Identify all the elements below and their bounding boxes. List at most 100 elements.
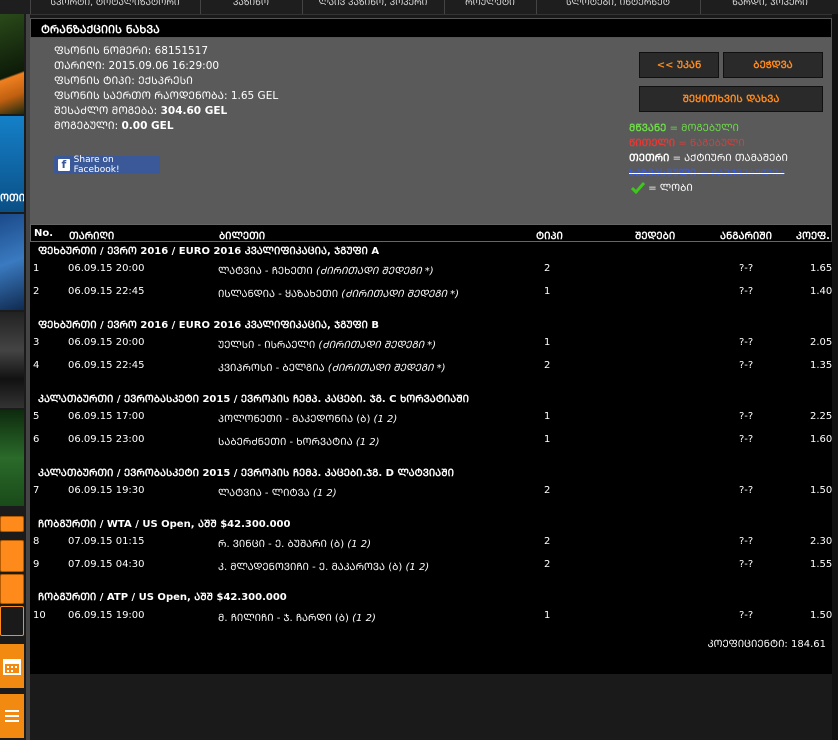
ticket-date-line: ᲗᲐᲠᲘᲦᲘ: 2015.09.06 16:29:00	[54, 59, 219, 73]
row-match-teams: ᲣᲔᲚᲡᲘ - ᲘᲡᲠᲐᲔᲚᲘ	[218, 340, 316, 351]
calendar-icon[interactable]	[0, 644, 24, 688]
menu-list-icon[interactable]	[0, 694, 24, 738]
row-date: 06.09.15 20:00	[68, 263, 145, 274]
row-no: 2	[33, 286, 40, 297]
row-match-teams: ᲚᲐᲢᲕᲘᲐ - ᲩᲔᲮᲔᲗᲘ	[218, 266, 313, 277]
ticket-type-value: ᲔᲥᲡᲞᲠᲔᲡᲘ	[138, 75, 193, 87]
table-row: 2 06.09.15 22:45 ᲘᲡᲚᲐᲜᲓᲘᲐ - ᲧᲐᲖᲐᲮᲔᲗᲘ (ᲫᲘ…	[30, 286, 832, 300]
row-date: 06.09.15 19:30	[68, 485, 145, 496]
print-button[interactable]: ᲑᲔᲭᲓᲕᲐ	[723, 52, 823, 78]
row-coef: 1.35	[810, 360, 833, 371]
row-coef: 2.25	[810, 411, 833, 422]
ticket-number-value: 68151517	[154, 45, 209, 57]
event-group-title: ᲙᲐᲚᲐᲗᲑᲣᲠᲗᲘ / ᲔᲕᲠᲝᲑᲐᲡᲙᲔᲢᲘ 2015 / ᲔᲕᲠᲝᲞᲘᲡ …	[38, 468, 454, 479]
nav-tab-slots[interactable]: ᲡᲚᲝᲢᲔᲑᲘ, ᲘᲜᲢᲔᲠᲜᲔᲢ	[536, 0, 699, 14]
legend-key: ᲮᲐᲖᲒᲐᲡᲛᲣᲚᲘ	[629, 168, 697, 179]
table-row: 9 07.09.15 04:30 Კ. ᲛᲚᲐᲓᲔᲜᲝᲕᲘᲩᲘ - Ე. ᲛᲐᲙ…	[30, 559, 832, 573]
col-header-ticket: ᲑᲘᲚᲔᲗᲘ	[219, 231, 266, 242]
facebook-icon: f	[58, 159, 70, 171]
row-date: 06.09.15 22:45	[68, 286, 145, 297]
row-date: 07.09.15 01:15	[68, 536, 145, 547]
col-header-coef: ᲙᲝᲔᲤ.	[796, 231, 830, 242]
ticket-number-line: ᲤᲡᲝᲜᲘᲡ ᲜᲝᲛᲔᲠᲘ: 68151517	[54, 44, 208, 58]
legend-text: = ᲛᲝᲒᲔᲑᲣᲚᲘ	[666, 123, 739, 134]
promo-thumbnail[interactable]: ᲝᲗᲘ	[0, 116, 24, 212]
row-match-note: (ᲫᲘᲠᲘᲗᲐᲓᲘ ᲨᲔᲓᲔᲒᲘ *)	[341, 289, 459, 300]
row-match-note: (1 2)	[347, 539, 371, 550]
row-result: ?-?	[739, 263, 754, 274]
row-match-note: (ᲫᲘᲠᲘᲗᲐᲓᲘ ᲨᲔᲓᲔᲒᲘ *)	[327, 363, 446, 374]
promo-thumbnail[interactable]	[0, 410, 24, 506]
row-date: 06.09.15 23:00	[68, 434, 145, 445]
table-row: 5 06.09.15 17:00 ᲞᲝᲚᲝᲜᲔᲗᲘ - ᲛᲐᲙᲔᲓᲝᲜᲘᲐ (Ბ…	[30, 411, 832, 425]
event-group-title: ᲩᲝᲑᲒᲣᲠᲗᲘ / WTA / US Open, ᲐᲨᲨ $42.300.00…	[38, 519, 291, 530]
ticket-won-value: 0.00 GEL	[121, 120, 174, 132]
row-match-teams: ᲡᲐᲑᲔᲠᲫᲜᲔᲗᲘ - ᲮᲝᲠᲕᲐᲢᲘᲐ	[218, 437, 353, 448]
side-button[interactable]	[0, 540, 24, 572]
ticket-possible-win-line: ᲨᲔᲡᲐᲫᲚᲝ ᲛᲝᲒᲔᲑᲐ: 304.60 GEL	[54, 104, 227, 118]
top-nav: ᲡᲞᲝᲠᲢᲘ, ᲢᲝᲢᲐᲚᲘᲖᲐᲢᲝᲠᲘ ᲙᲐᲖᲘᲜᲝ ᲚᲐᲘᲕ ᲙᲐᲖᲘᲜᲝ,…	[0, 0, 838, 15]
row-match: ᲡᲐᲑᲔᲠᲫᲜᲔᲗᲘ - ᲮᲝᲠᲕᲐᲢᲘᲐ (1 2)	[218, 434, 380, 448]
row-match-note: (ᲫᲘᲠᲘᲗᲐᲓᲘ ᲨᲔᲓᲔᲒᲘ *)	[318, 340, 437, 351]
side-button[interactable]	[0, 516, 24, 532]
ticket-date-value: 2015.09.06 16:29:00	[108, 60, 220, 72]
row-result: ?-?	[739, 337, 754, 348]
side-button[interactable]	[0, 574, 24, 604]
ticket-won-line: ᲛᲝᲒᲔᲑᲣᲚᲘ: 0.00 GEL	[54, 119, 174, 133]
row-coef: 1.40	[810, 286, 833, 297]
row-coef: 1.50	[810, 485, 833, 496]
scrollbar[interactable]	[832, 14, 838, 740]
page-title: ᲢᲠᲐᲜᲖᲐᲥᲪᲘᲘᲡ ᲜᲐᲮᲕᲐ	[41, 23, 160, 36]
row-match: ᲙᲕᲘᲞᲠᲝᲡᲘ - ᲑᲔᲚᲒᲘᲐ (ᲫᲘᲠᲘᲗᲐᲓᲘ ᲨᲔᲓᲔᲒᲘ *)	[218, 360, 445, 374]
row-match-teams: ᲘᲡᲚᲐᲜᲓᲘᲐ - ᲧᲐᲖᲐᲮᲔᲗᲘ	[218, 289, 339, 300]
back-button[interactable]: << ᲣᲙᲐᲜ	[639, 52, 719, 78]
row-match-teams: Კ. ᲛᲚᲐᲓᲔᲜᲝᲕᲘᲩᲘ - Ე. ᲛᲐᲙᲐᲠᲝᲕᲐ (Ბ)	[218, 562, 403, 573]
promo-thumbnail[interactable]	[0, 214, 24, 310]
row-type: 1	[544, 286, 551, 297]
col-header-result: ᲐᲜᲒᲐᲠᲘᲨᲘ	[720, 231, 772, 242]
promo-thumbnail[interactable]	[0, 312, 24, 408]
promo-thumbnail[interactable]	[0, 14, 24, 114]
row-coef: 1.60	[810, 434, 833, 445]
row-date: 06.09.15 20:00	[68, 337, 145, 348]
row-no: 3	[33, 337, 40, 348]
row-result: ?-?	[739, 536, 754, 547]
side-button[interactable]	[0, 606, 24, 636]
ticket-type-line: ᲤᲡᲝᲜᲘᲡ ᲢᲘᲞᲘ: ᲔᲥᲡᲞᲠᲔᲡᲘ	[54, 74, 193, 88]
total-label: ᲙᲝᲔᲤᲘᲪᲘᲔᲜᲢᲘ:	[707, 639, 788, 650]
row-match-note: (1 2)	[352, 613, 376, 624]
table-row: 8 07.09.15 01:15 Რ. ᲕᲘᲜᲪᲘ - Ე. ᲑᲣᲨᲐᲠᲘ (Ბ…	[30, 536, 832, 550]
row-date: 06.09.15 17:00	[68, 411, 145, 422]
ticket-possible-win-value: 304.60 GEL	[160, 105, 228, 117]
row-result: ?-?	[739, 485, 754, 496]
row-type: 1	[544, 337, 551, 348]
row-result: ?-?	[739, 286, 754, 297]
row-result: ?-?	[739, 559, 754, 570]
row-match-note: (1 2)	[373, 414, 398, 425]
row-date: 06.09.15 19:00	[68, 610, 145, 621]
ticket-stake-line: ᲤᲡᲝᲜᲘᲡ ᲡᲐᲔᲠᲗᲝ ᲠᲐᲝᲓᲔᲜᲝᲑᲐ: 1.65 GEL	[54, 89, 278, 103]
row-match-note: (ᲫᲘᲠᲘᲗᲐᲓᲘ ᲨᲔᲓᲔᲒᲘ *)	[315, 266, 434, 277]
row-no: 5	[33, 411, 40, 422]
row-no: 8	[33, 536, 40, 547]
nav-tab-cards[interactable]: ᲜᲐᲠᲓᲘ, ᲯᲝᲙᲔᲠᲘ	[700, 0, 838, 14]
row-coef: 2.30	[810, 536, 833, 547]
nav-tab-roulette[interactable]: ᲠᲝᲣᲚᲔᲢᲘ	[444, 0, 535, 14]
legend-key: ᲬᲘᲗᲔᲚᲘ	[629, 138, 676, 149]
table-row: 7 06.09.15 19:30 ᲚᲐᲢᲕᲘᲐ - ᲚᲘᲢᲕᲐ (1 2) 2 …	[30, 485, 832, 499]
nav-tab-sports[interactable]: ᲡᲞᲝᲠᲢᲘ, ᲢᲝᲢᲐᲚᲘᲖᲐᲢᲝᲠᲘ	[30, 0, 199, 14]
table-row: 3 06.09.15 20:00 ᲣᲔᲚᲡᲘ - ᲘᲡᲠᲐᲔᲚᲘ (ᲫᲘᲠᲘᲗᲐ…	[30, 337, 832, 351]
ticket-type-label: ᲤᲡᲝᲜᲘᲡ ᲢᲘᲞᲘ:	[54, 75, 135, 87]
row-match-teams: Მ. ᲩᲘᲚᲘᲩᲘ - Ჯ. ᲩᲐᲠᲓᲘ (Ბ)	[218, 613, 349, 624]
row-match-teams: Რ. ᲕᲘᲜᲪᲘ - Ე. ᲑᲣᲨᲐᲠᲘ (Ბ)	[218, 539, 345, 550]
ticket-stake-value: 1.65 GEL	[230, 90, 279, 102]
ticket-number-label: ᲤᲡᲝᲜᲘᲡ ᲜᲝᲛᲔᲠᲘ:	[54, 45, 152, 57]
row-coef: 1.50	[810, 610, 833, 621]
row-match-teams: ᲞᲝᲚᲝᲜᲔᲗᲘ - ᲛᲐᲙᲔᲓᲝᲜᲘᲐ (Ბ)	[218, 414, 371, 425]
nav-tab-live-casino[interactable]: ᲚᲐᲘᲕ ᲙᲐᲖᲘᲜᲝ, ᲞᲝᲙᲔᲠᲘ	[302, 0, 443, 14]
add-to-check-button[interactable]: ᲨᲔᲧᲘᲗᲮᲕᲘᲡ ᲓᲐᲮᲕᲐ	[639, 86, 823, 112]
nav-tab-casino[interactable]: ᲙᲐᲖᲘᲜᲝ	[200, 0, 301, 14]
facebook-share-button[interactable]: f Share on Facebook!	[54, 155, 160, 175]
ticket-panel: ᲢᲠᲐᲜᲖᲐᲥᲪᲘᲘᲡ ᲜᲐᲮᲕᲐ ᲤᲡᲝᲜᲘᲡ ᲜᲝᲛᲔᲠᲘ: 6815151…	[30, 18, 832, 674]
legend-text: = ᲚᲝᲑᲘ	[648, 183, 693, 194]
